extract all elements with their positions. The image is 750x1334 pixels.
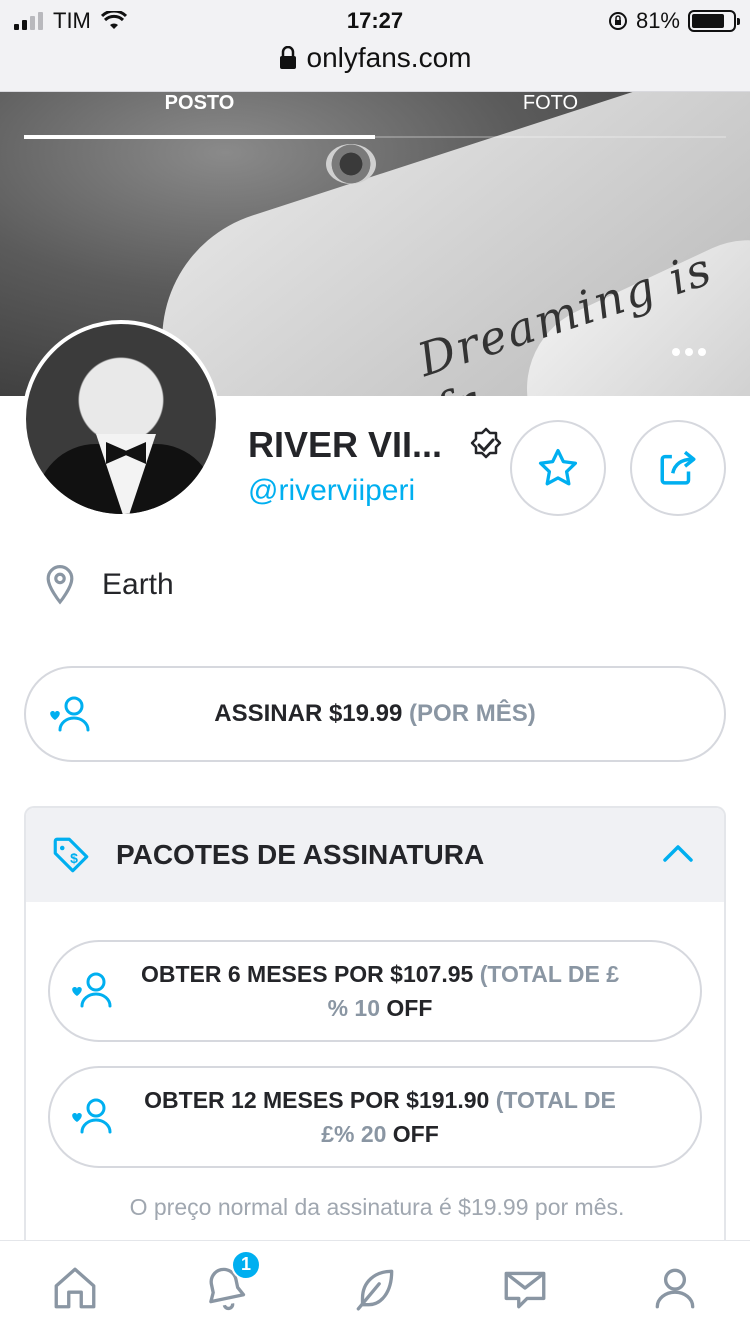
bundle-text: OBTER 12 MESES POR $191.90 (TOTAL DE £% … — [144, 1087, 616, 1147]
bundles-title: PACOTES DE ASSINATURA — [116, 839, 485, 870]
subscribe-user-heart-icon — [72, 1098, 112, 1134]
subscribe-button[interactable]: ASSINAR $19.99 (POR MÊS) — [24, 666, 726, 762]
rotation-lock-icon — [608, 12, 627, 30]
url-text: onlyfans.com — [306, 42, 472, 73]
chevron-up-icon[interactable] — [662, 842, 694, 864]
nav-profile[interactable] — [645, 1258, 705, 1318]
home-icon — [54, 1267, 96, 1308]
battery-percent: 81% — [635, 8, 680, 33]
battery-icon — [688, 10, 740, 32]
lock-icon — [279, 46, 296, 69]
share-button[interactable] — [630, 420, 726, 516]
avatar[interactable] — [22, 320, 220, 518]
bottom-navigation: 1 — [0, 1240, 750, 1334]
nav-messages[interactable] — [495, 1258, 555, 1318]
tab-photos[interactable]: FOTO — [375, 92, 726, 136]
favorite-button[interactable] — [510, 420, 606, 516]
profile-name: RIVER VII... — [248, 424, 443, 465]
profile-tabs: POSTO FOTO — [24, 92, 726, 139]
star-icon — [538, 448, 578, 486]
nav-notifications[interactable]: 1 — [195, 1249, 261, 1318]
regular-price-note: O preço normal da assinatura é $19.99 po… — [129, 1194, 625, 1220]
svg-text:$: $ — [70, 850, 78, 866]
more-options-icon[interactable] — [672, 348, 706, 356]
message-icon — [504, 1271, 546, 1308]
bundles-header[interactable]: $ PACOTES DE ASSINATURA — [26, 808, 724, 902]
nav-home[interactable] — [45, 1258, 105, 1318]
profile-handle[interactable]: @riverviiperi — [248, 474, 415, 508]
tab-posts[interactable]: POSTO — [24, 92, 375, 139]
notification-badge: 1 — [231, 1249, 261, 1280]
bundle-12-months-button[interactable]: OBTER 12 MESES POR $191.90 (TOTAL DE £% … — [48, 1066, 702, 1168]
feather-icon — [356, 1269, 394, 1310]
share-icon — [660, 450, 696, 485]
location-text: Earth — [102, 568, 174, 601]
profile-location: Earth — [44, 564, 174, 606]
battery-indicator: 81% — [608, 8, 740, 34]
bundle-text: OBTER 6 MESES POR $107.95 (TOTAL DE £% 1… — [140, 961, 620, 1021]
address-bar[interactable]: onlyfans.com — [0, 42, 750, 74]
profile-icon — [655, 1268, 695, 1308]
nav-new-post[interactable] — [345, 1258, 405, 1318]
bundle-6-months-button[interactable]: OBTER 6 MESES POR $107.95 (TOTAL DE £% 1… — [48, 940, 702, 1042]
subscription-bundles-panel: $ PACOTES DE ASSINATURA OBTER 6 MESES PO… — [24, 806, 726, 1246]
location-pin-icon — [46, 565, 74, 605]
subscribe-period: (POR MÊS) — [409, 700, 536, 727]
subscribe-user-heart-icon — [50, 696, 90, 732]
verified-badge-icon — [470, 427, 502, 459]
price-tag-icon: $ — [53, 837, 89, 873]
subscribe-price: ASSINAR $19.99 — [214, 700, 403, 727]
status-bar: TIM 17:27 81% onlyfans.com — [0, 0, 750, 92]
subscribe-user-heart-icon — [72, 972, 112, 1008]
profile-name-row: RIVER VII... — [248, 424, 504, 466]
